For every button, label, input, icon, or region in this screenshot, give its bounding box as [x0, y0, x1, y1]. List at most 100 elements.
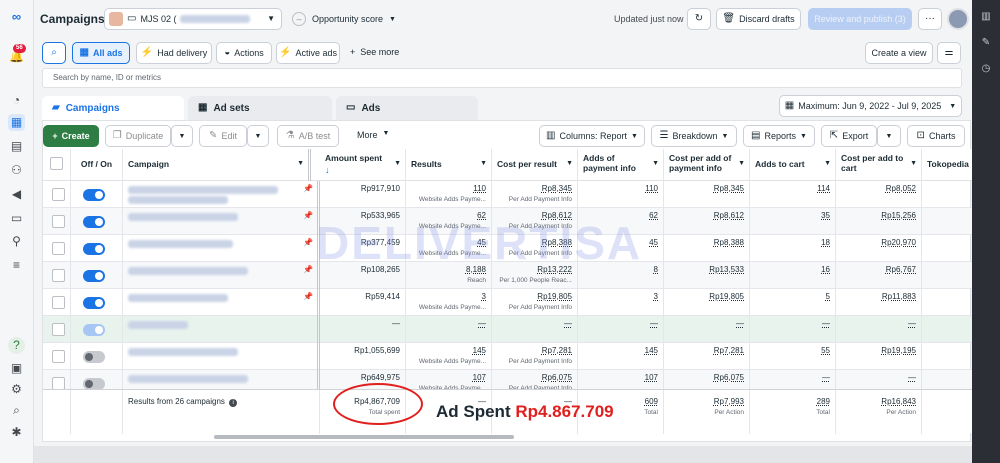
pencil-icon[interactable]: ✎ [979, 36, 993, 50]
audience-icon[interactable]: ⚇ [8, 162, 25, 179]
pin-icon[interactable]: 📌 [303, 292, 313, 301]
search-icon[interactable]: ⌕ [8, 402, 25, 419]
filter-settings-button[interactable]: ⚌ [937, 42, 961, 64]
history-icon[interactable]: ◷ [979, 62, 993, 76]
table-row[interactable]: 📌 Rp59,414 3 Website Adds Payme... Rp19,8… [43, 289, 972, 316]
header-tokopedia[interactable]: Tokopedia [922, 149, 972, 181]
help-icon[interactable]: ? [8, 337, 25, 354]
header-cost-per-add-cart[interactable]: Cost per add to cart ▼ [836, 149, 922, 181]
discard-drafts-button[interactable]: 🗑 Discard drafts [716, 8, 801, 30]
bar-chart-icon[interactable]: ▥ [979, 10, 993, 24]
opportunity-score[interactable]: – Opportunity score ▼ [292, 12, 396, 26]
create-view-button[interactable]: Create a view [865, 42, 933, 64]
menu-icon[interactable]: ≡ [8, 257, 25, 274]
row-checkbox[interactable] [52, 242, 65, 255]
refresh-button[interactable]: ↻ [687, 8, 711, 30]
meta-logo-icon[interactable]: ∞ [8, 8, 25, 25]
cell-value: Rp7,281 [541, 346, 572, 355]
filter-active-ads[interactable]: ⚡ Active ads [276, 42, 340, 64]
filter-all-ads[interactable]: ▦ All ads [72, 42, 130, 64]
columns-button[interactable]: ▥ Columns: Report ▼ [539, 125, 645, 147]
header-adds-payment[interactable]: Adds of payment info ▼ [578, 149, 664, 181]
dashboard-icon[interactable]: ◔ [8, 92, 25, 109]
campaign-name-cell[interactable] [123, 343, 320, 370]
campaign-toggle[interactable] [83, 297, 105, 309]
reports-button[interactable]: ▤ Reports ▼ [743, 125, 815, 147]
campaign-toggle[interactable] [83, 324, 105, 336]
header-results[interactable]: Results ▼ [406, 149, 492, 181]
edit-dropdown[interactable]: ▼ [247, 125, 269, 147]
export-dropdown[interactable]: ▼ [877, 125, 901, 147]
info-icon[interactable]: i [229, 399, 238, 407]
ab-test-button[interactable]: ⚗ A/B test [277, 125, 339, 147]
header-off-on[interactable]: Off / On [71, 149, 123, 181]
campaign-toggle[interactable] [83, 270, 105, 282]
duplicate-dropdown[interactable]: ▼ [171, 125, 193, 147]
settings-gear-icon[interactable]: ⚙ [8, 381, 25, 398]
row-checkbox[interactable] [52, 215, 65, 228]
header-cost-per-add[interactable]: Cost per add of payment info ▼ [664, 149, 750, 181]
cell-value: Rp19,195 [881, 346, 916, 355]
charts-button[interactable]: ⊡ Charts [907, 125, 965, 147]
row-checkbox[interactable] [52, 296, 65, 309]
pin-icon[interactable]: 📌 [303, 184, 313, 193]
tab-ad-sets[interactable]: ▦ Ad sets [188, 96, 332, 120]
filter-had-delivery[interactable]: ⚡ Had delivery [136, 42, 212, 64]
billing-icon[interactable]: ▭ [8, 210, 25, 227]
campaign-name-cell[interactable]: 📌 [123, 289, 320, 316]
breakdown-button[interactable]: ☰ Breakdown ▼ [651, 125, 737, 147]
see-more-filters[interactable]: + See more [350, 47, 399, 57]
tab-ads[interactable]: ▭ Ads [336, 96, 478, 120]
news-icon[interactable]: ▣ [8, 360, 25, 377]
cell-value: Rp6,075 [713, 373, 744, 382]
review-publish-button[interactable]: Review and publish (3) [808, 8, 912, 30]
events-icon[interactable]: ⚲ [8, 233, 25, 250]
megaphone-icon[interactable]: ◀ [8, 186, 25, 203]
campaign-name-cell[interactable]: 📌 [123, 181, 320, 208]
adds-payment-cell: — [578, 316, 664, 343]
bug-icon[interactable]: ✱ [8, 424, 25, 441]
date-range-picker[interactable]: ▦ Maximum: Jun 9, 2022 - Jul 9, 2025 ▼ [779, 95, 962, 117]
horizontal-scrollbar[interactable] [214, 435, 514, 439]
cell-value: — [650, 319, 658, 328]
header-cost-per-result[interactable]: Cost per result ▼ [492, 149, 578, 181]
table-row[interactable]: 📌 Rp917,910 110 Website Adds Payme... Rp8… [43, 181, 972, 208]
campaign-name-cell[interactable]: 📌 [123, 208, 320, 235]
select-all-checkbox[interactable] [50, 157, 63, 170]
duplicate-button[interactable]: ❐ Duplicate [105, 125, 171, 147]
tab-campaigns[interactable]: ▰ Campaigns [42, 96, 184, 120]
campaign-toggle[interactable] [83, 243, 105, 255]
search-toggle-button[interactable]: ⌕ [42, 42, 66, 64]
table-icon[interactable]: ▦ [8, 114, 25, 131]
filter-actions[interactable]: ◒ Actions [216, 42, 272, 64]
more-button[interactable]: More ▼ [357, 130, 389, 140]
more-options-button[interactable]: ··· [918, 8, 942, 30]
header-adds-cart[interactable]: Adds to cart ▼ [750, 149, 836, 181]
row-checkbox[interactable] [52, 323, 65, 336]
row-checkbox[interactable] [52, 269, 65, 282]
header-amount-spent-label: Amount spent [325, 153, 383, 163]
edit-button[interactable]: ✎ Edit [199, 125, 247, 147]
totals-empty-cell [43, 390, 71, 434]
pin-icon[interactable]: 📌 [303, 211, 313, 220]
search-input[interactable]: Search by name, ID or metrics [42, 68, 962, 88]
account-selector[interactable]: ▭ MJS 02 ( ▼ [104, 8, 282, 30]
row-checkbox[interactable] [52, 188, 65, 201]
create-button[interactable]: + Create [43, 125, 99, 147]
header-amount-spent[interactable]: Amount spent ▼ ↓ [320, 149, 406, 181]
campaign-toggle[interactable] [83, 216, 105, 228]
campaign-toggle[interactable] [83, 351, 105, 363]
row-checkbox[interactable] [52, 350, 65, 363]
table-row[interactable]: — — — — — — — [43, 316, 972, 343]
header-campaign[interactable]: Campaign ▼ [123, 149, 311, 181]
campaign-name-cell[interactable] [123, 316, 320, 343]
pin-icon[interactable]: 📌 [303, 265, 313, 274]
campaign-name-cell[interactable]: 📌 [123, 262, 320, 289]
campaign-toggle[interactable] [83, 189, 105, 201]
user-avatar[interactable] [947, 8, 969, 30]
table-row[interactable]: Rp1,055,699 145 Website Adds Payme... Rp7… [43, 343, 972, 370]
document-icon[interactable]: ▤ [8, 138, 25, 155]
pin-icon[interactable]: 📌 [303, 238, 313, 247]
campaign-name-cell[interactable]: 📌 [123, 235, 320, 262]
export-button[interactable]: ⇱ Export [821, 125, 877, 147]
